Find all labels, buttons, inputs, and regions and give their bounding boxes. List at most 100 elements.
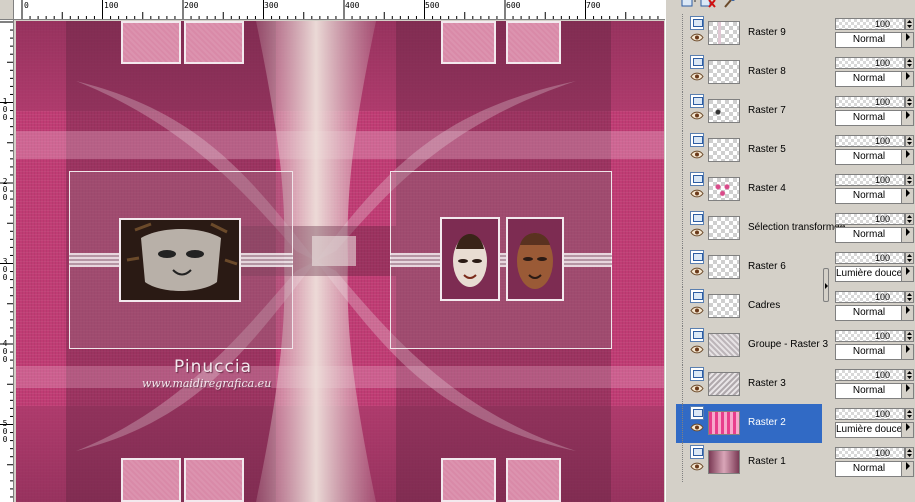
opacity-spin-icon[interactable] [905, 174, 914, 186]
splitter-grip[interactable] [823, 268, 829, 302]
layer-properties-row: 100 Normal [833, 170, 915, 209]
layer-row[interactable]: Raster 8 [676, 53, 822, 92]
opacity-spin-icon[interactable] [905, 330, 914, 342]
chevron-right-icon[interactable] [901, 267, 913, 281]
eye-icon[interactable] [690, 267, 704, 276]
new-layer-icon[interactable] [680, 0, 696, 10]
layer-icon [690, 172, 704, 186]
eye-icon[interactable] [690, 306, 704, 315]
delete-layer-icon[interactable] [700, 0, 716, 10]
ruler-vertical: 1 0 0 2 0 0 3 0 0 4 0 0 5 0 0 [0, 20, 14, 502]
eye-icon[interactable] [690, 189, 704, 198]
eye-icon[interactable] [690, 462, 704, 471]
layer-thumbnail [708, 372, 740, 396]
layer-row[interactable]: Raster 9 [676, 14, 822, 53]
opacity-value: 100 [874, 175, 890, 185]
layer-thumbnail [708, 294, 740, 318]
chevron-right-icon[interactable] [901, 423, 913, 437]
opacity-spin-icon[interactable] [905, 96, 914, 108]
layer-row[interactable]: Raster 2 [676, 404, 822, 443]
mask-image-right-2 [517, 233, 553, 289]
opacity-spin-icon[interactable] [905, 18, 914, 30]
palette-splitter[interactable] [822, 14, 831, 502]
blend-mode-value: Lumière douce [836, 268, 902, 279]
chevron-right-icon[interactable] [901, 72, 913, 86]
eye-icon[interactable] [690, 384, 704, 393]
blend-mode-dropdown[interactable]: Lumière douce [835, 422, 914, 438]
blend-mode-dropdown[interactable]: Normal [835, 383, 914, 399]
eye-icon[interactable] [690, 150, 704, 159]
blend-mode-dropdown[interactable]: Normal [835, 461, 914, 477]
opacity-slider[interactable]: 100 [835, 369, 905, 381]
image-canvas[interactable]: Pinuccia www.maidiregrafica.eu [16, 21, 664, 502]
layer-row[interactable]: Sélection transformée [676, 209, 845, 248]
layer-row[interactable]: Raster 1 [676, 443, 822, 482]
canvas-area[interactable]: 0 100 200 300 400 500 600 700 1 0 0 2 0 … [0, 0, 665, 502]
layer-name: Cadres [748, 300, 781, 311]
opacity-spin-icon[interactable] [905, 291, 914, 303]
opacity-slider[interactable]: 100 [835, 252, 905, 264]
opacity-spin-icon[interactable] [905, 408, 914, 420]
opacity-spin-icon[interactable] [905, 213, 914, 225]
opacity-slider[interactable]: 100 [835, 447, 905, 459]
blend-mode-value: Normal [852, 112, 886, 123]
blend-mode-dropdown[interactable]: Normal [835, 149, 914, 165]
blend-mode-dropdown[interactable]: Normal [835, 227, 914, 243]
tree-line [682, 14, 683, 53]
opacity-spin-icon[interactable] [905, 135, 914, 147]
opacity-value: 100 [874, 409, 890, 419]
layer-name: Raster 3 [748, 378, 786, 389]
blend-mode-dropdown[interactable]: Normal [835, 305, 914, 321]
layer-row[interactable]: Cadres [676, 287, 822, 326]
blend-mode-dropdown[interactable]: Lumière douce [835, 266, 914, 282]
chevron-right-icon[interactable] [901, 33, 913, 47]
opacity-slider[interactable]: 100 [835, 213, 905, 225]
layer-list[interactable]: Raster 9 Raster 8 Raster 7 Raster 5 Raster 4… [676, 14, 845, 502]
opacity-spin-icon[interactable] [905, 447, 914, 459]
chevron-right-icon[interactable] [901, 384, 913, 398]
opacity-slider[interactable]: 100 [835, 96, 905, 108]
opacity-slider[interactable]: 100 [835, 408, 905, 420]
eye-icon[interactable] [690, 345, 704, 354]
blend-mode-dropdown[interactable]: Normal [835, 32, 914, 48]
chevron-right-icon[interactable] [901, 189, 913, 203]
opacity-slider[interactable]: 100 [835, 135, 905, 147]
layer-row[interactable]: Groupe - Raster 3 [676, 326, 828, 365]
layer-properties-row: 100 Normal [833, 92, 915, 131]
eye-icon[interactable] [690, 72, 704, 81]
ruler-label: 400 [345, 1, 360, 10]
layer-row[interactable]: Raster 4 [676, 170, 822, 209]
opacity-slider[interactable]: 100 [835, 174, 905, 186]
blend-mode-dropdown[interactable]: Normal [835, 344, 914, 360]
layer-row[interactable]: Raster 7 [676, 92, 822, 131]
chevron-right-icon[interactable] [901, 345, 913, 359]
chevron-right-icon[interactable] [901, 306, 913, 320]
eye-icon[interactable] [690, 423, 704, 432]
opacity-slider[interactable]: 100 [835, 57, 905, 69]
eye-icon[interactable] [690, 33, 704, 42]
chevron-right-icon[interactable] [901, 462, 913, 476]
layer-row[interactable]: Raster 5 [676, 131, 822, 170]
chevron-right-icon[interactable] [901, 228, 913, 242]
opacity-slider[interactable]: 100 [835, 18, 905, 30]
layer-row[interactable]: Raster 3 [676, 365, 822, 404]
chevron-right-icon[interactable] [901, 150, 913, 164]
layer-properties-row: 100 Normal [833, 131, 915, 170]
layer-thumbnail-content [709, 22, 739, 44]
blend-mode-dropdown[interactable]: Normal [835, 188, 914, 204]
bottom-thumbnail-4 [506, 458, 561, 502]
layer-row[interactable]: Raster 6 [676, 248, 822, 287]
opacity-spin-icon[interactable] [905, 57, 914, 69]
blend-mode-dropdown[interactable]: Normal [835, 71, 914, 87]
layer-thumbnail [708, 177, 740, 201]
blend-mode-dropdown[interactable]: Normal [835, 110, 914, 126]
opacity-slider[interactable]: 100 [835, 330, 905, 342]
opacity-spin-icon[interactable] [905, 252, 914, 264]
chevron-right-icon[interactable] [901, 111, 913, 125]
brush-icon[interactable] [722, 0, 738, 10]
blend-mode-value: Normal [852, 463, 886, 474]
eye-icon[interactable] [690, 228, 704, 237]
eye-icon[interactable] [690, 111, 704, 120]
opacity-slider[interactable]: 100 [835, 291, 905, 303]
opacity-spin-icon[interactable] [905, 369, 914, 381]
